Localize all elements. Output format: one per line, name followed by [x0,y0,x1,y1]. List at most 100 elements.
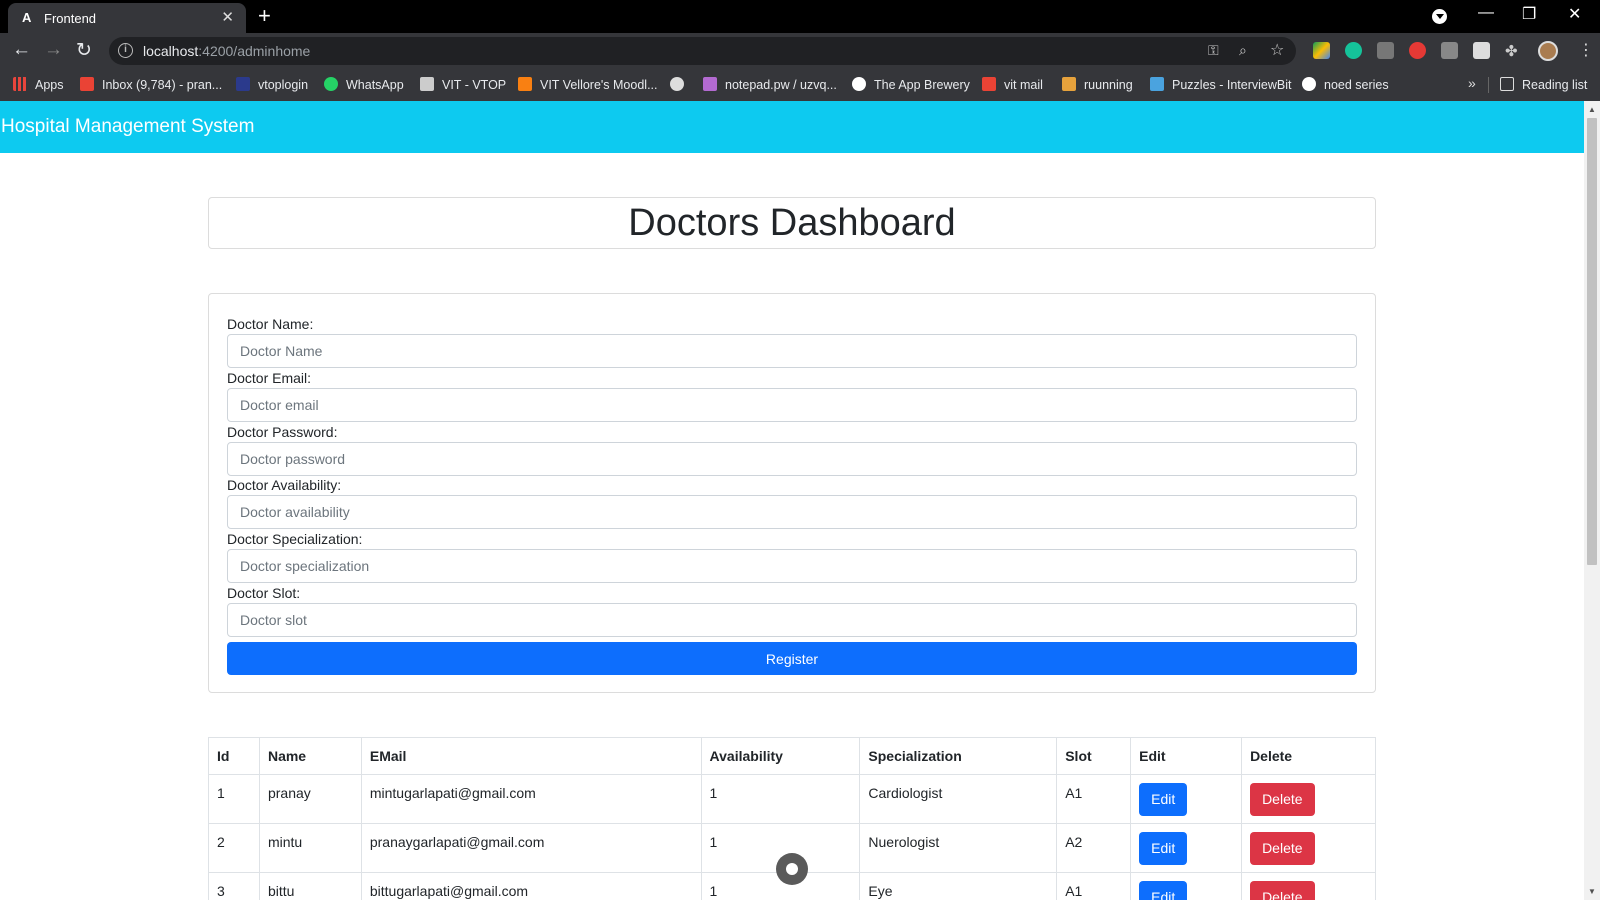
extension-copy-icon[interactable] [1441,42,1458,59]
doctor-password-group: Doctor Password: [227,422,1357,476]
doctor-specialization-group: Doctor Specialization: [227,529,1357,583]
gmail-icon [982,77,996,91]
scrollbar-thumb[interactable] [1587,118,1597,565]
app-navbar: Hospital Management System [0,101,1584,153]
doctor-email-input[interactable] [227,388,1357,422]
cell-name: pranay [258,774,362,824]
doctor-slot-input[interactable] [227,603,1357,637]
doctor-availability-input[interactable] [227,495,1357,529]
cell-id: 3 [208,872,260,900]
grammarly-extension-icon[interactable] [1345,42,1362,59]
doctor-specialization-input[interactable] [227,549,1357,583]
browser-menu-icon[interactable]: ⋮ [1578,40,1594,60]
doctor-name-label: Doctor Name: [227,316,314,332]
table-row: 1 pranay mintugarlapati@gmail.com 1 Card… [208,774,1376,824]
doctor-registration-form: Doctor Name: Doctor Email: Doctor Passwo… [208,293,1376,693]
cell-name: bittu [258,872,362,900]
google-drive-extension-icon[interactable] [1313,42,1330,59]
bookmark-vit-vtop[interactable]: VIT - VTOP [420,77,506,92]
doctor-email-label: Doctor Email: [227,370,312,386]
bookmark-vtoplogin[interactable]: vtoplogin [236,77,308,92]
cell-delete: Delete [1241,823,1376,873]
bookmarks-divider [1488,77,1489,93]
doctor-name-group: Doctor Name: [227,314,1357,368]
bookmark-star-icon[interactable]: ☆ [1270,40,1284,60]
extension-screen-icon[interactable] [1473,42,1490,59]
forward-button[interactable]: → [44,39,63,61]
delete-button[interactable]: Delete [1250,832,1315,865]
doctor-availability-label: Doctor Availability: [227,477,342,493]
back-button[interactable]: ← [12,39,31,61]
cell-edit: Edit [1130,872,1243,900]
delete-button[interactable]: Delete [1250,783,1315,816]
column-header-name: Name [258,737,362,775]
edit-button[interactable]: Edit [1139,832,1188,865]
cell-edit: Edit [1130,823,1243,873]
doctor-email-group: Doctor Email: [227,368,1357,422]
bookmark-inbox[interactable]: Inbox (9,784) - pran... [80,77,222,92]
column-header-slot: Slot [1056,737,1132,775]
vtop-icon [236,77,250,91]
extension-red-icon[interactable] [1409,42,1426,59]
cell-specialization: Cardiologist [859,774,1058,824]
bookmarks-bar: Apps Inbox (9,784) - pran... vtoplogin W… [0,69,1600,101]
register-button[interactable]: Register [227,642,1357,675]
edit-button[interactable]: Edit [1139,783,1188,816]
extensions-puzzle-icon[interactable]: ✤ [1505,42,1518,60]
bookmark-vit-mail[interactable]: vit mail [982,77,1043,92]
cell-specialization: Eye [859,872,1058,900]
doctor-password-input[interactable] [227,442,1357,476]
bookmark-notepad[interactable]: notepad.pw / uzvq... [703,77,837,92]
download-icon[interactable] [1432,9,1447,24]
bookmark-interviewbit[interactable]: Puzzles - InterviewBit [1150,77,1291,92]
angular-favicon-icon: A [22,10,32,25]
interviewbit-icon [1150,77,1164,91]
browser-tab-strip: A Frontend ✕ + — ❐ ✕ [0,0,1600,33]
close-window-button[interactable]: ✕ [1568,4,1581,24]
bookmark-app-brewery[interactable]: The App Brewery [852,77,970,92]
page-title: Doctors Dashboard [628,202,956,244]
doctor-slot-group: Doctor Slot: [227,583,1357,637]
cell-email: mintugarlapati@gmail.com [360,774,702,824]
tab-title: Frontend [44,11,97,26]
scroll-up-arrow-icon[interactable]: ▲ [1588,105,1596,114]
table-header-row: Id Name EMail Availability Specializatio… [208,737,1376,775]
close-tab-icon[interactable]: ✕ [221,8,234,26]
column-header-id: Id [208,737,260,775]
url-text[interactable]: localhost:4200/adminhome [143,43,310,59]
site-info-icon[interactable]: i [118,43,133,58]
bookmark-ruunning[interactable]: ruunning [1062,77,1133,92]
bookmark-globe[interactable] [670,77,692,92]
extension-e-icon[interactable] [1377,42,1394,59]
cell-availability: 1 [700,774,861,824]
doctor-availability-group: Doctor Availability: [227,475,1357,529]
reload-button[interactable]: ↻ [76,39,92,62]
cell-id: 1 [208,774,260,824]
reading-list-icon [1500,77,1514,91]
key-icon[interactable]: ⚿ [1208,42,1219,59]
edit-button[interactable]: Edit [1139,881,1188,900]
moodle-icon [518,77,532,91]
doctor-password-label: Doctor Password: [227,424,338,440]
delete-button[interactable]: Delete [1250,881,1315,900]
address-bar[interactable]: i localhost:4200/adminhome ⚿ ⌕ ☆ [109,37,1296,65]
scroll-down-arrow-icon[interactable]: ▼ [1588,887,1596,896]
profile-avatar[interactable] [1538,41,1558,61]
browser-tab[interactable]: A Frontend ✕ [8,3,246,33]
cell-slot: A1 [1056,774,1132,824]
minimize-window-button[interactable]: — [1478,4,1494,22]
reading-list-button[interactable]: Reading list [1500,77,1587,92]
bookmark-noed-series[interactable]: noed series [1302,77,1389,92]
apps-grid-icon [13,77,27,91]
new-tab-button[interactable]: + [258,3,271,29]
zoom-icon[interactable]: ⌕ [1239,42,1247,59]
more-bookmarks-icon[interactable]: » [1468,75,1476,91]
bookmark-apps[interactable]: Apps [13,77,64,92]
bookmark-whatsapp[interactable]: WhatsApp [324,77,404,92]
page-scrollbar[interactable]: ▲ ▼ [1584,101,1600,900]
cell-id: 2 [208,823,260,873]
restore-window-button[interactable]: ❐ [1522,4,1536,24]
doctor-name-input[interactable] [227,334,1357,368]
bookmark-vit-moodle[interactable]: VIT Vellore's Moodl... [518,77,658,92]
navbar-brand[interactable]: Hospital Management System [1,116,254,138]
